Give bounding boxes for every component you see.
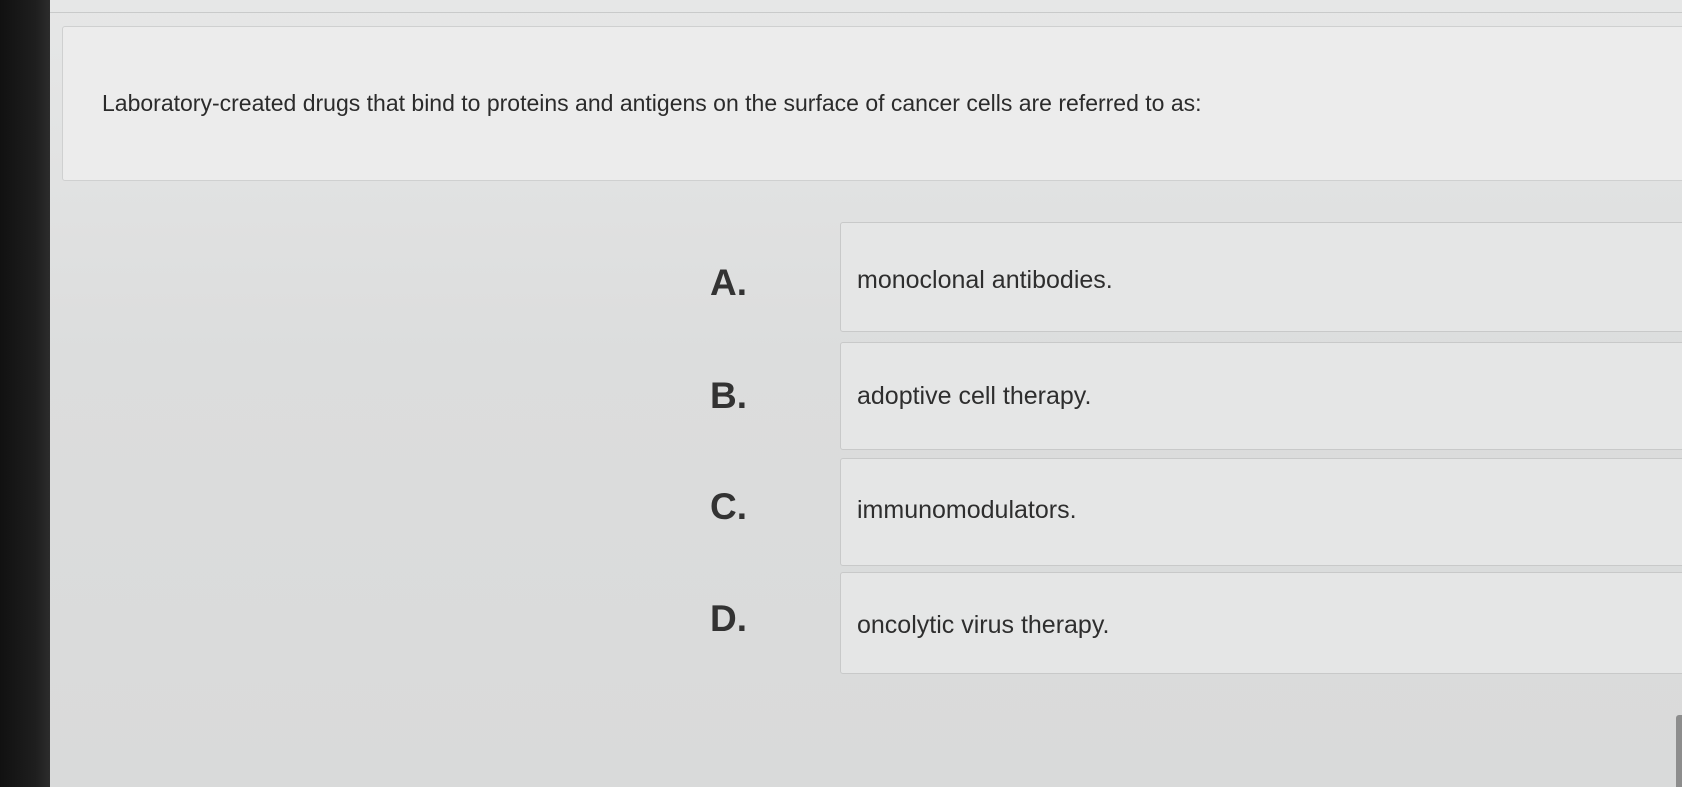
option-text-a: monoclonal antibodies. — [857, 266, 1113, 294]
option-letter-a: A. — [710, 262, 747, 303]
monitor-bezel — [0, 0, 50, 787]
answer-option-d[interactable]: D. oncolytic virus therapy. — [710, 572, 1682, 674]
answer-option-b[interactable]: B. adoptive cell therapy. — [710, 342, 1682, 450]
option-text-d: oncolytic virus therapy. — [857, 611, 1110, 639]
option-text-c: immunomodulators. — [857, 496, 1077, 524]
quiz-screen: Laboratory-created drugs that bind to pr… — [50, 0, 1682, 787]
scrollbar-thumb[interactable] — [1676, 715, 1682, 787]
header-divider — [50, 12, 1682, 13]
answer-option-c[interactable]: C. immunomodulators. — [710, 458, 1682, 566]
option-letter-d: D. — [710, 598, 747, 639]
option-letter-b: B. — [710, 375, 747, 416]
option-letter-c: C. — [710, 486, 747, 527]
answer-option-a[interactable]: A. monoclonal antibodies. — [710, 222, 1682, 332]
question-text: Laboratory-created drugs that bind to pr… — [102, 90, 1202, 116]
option-text-b: adoptive cell therapy. — [857, 382, 1092, 410]
